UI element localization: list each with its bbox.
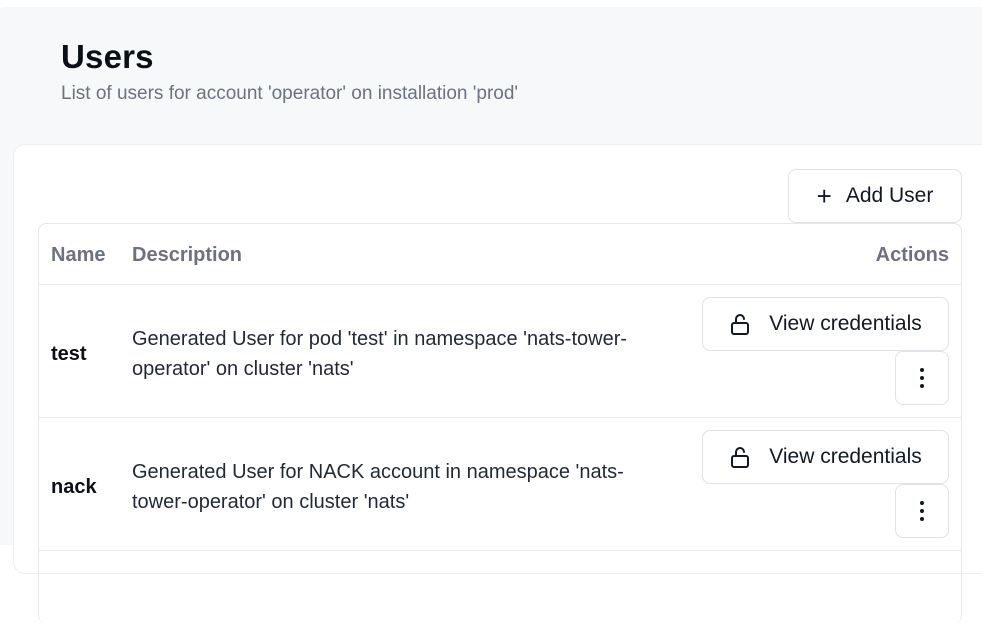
page-header: Users List of users for account 'operato… <box>61 39 518 105</box>
more-vertical-icon <box>919 367 925 389</box>
column-header-description: Description <box>132 244 243 266</box>
user-name: test <box>51 343 87 365</box>
page-title: Users <box>61 38 154 75</box>
view-credentials-button[interactable]: View credentials <box>702 430 949 484</box>
view-credentials-label: View credentials <box>769 312 922 335</box>
user-description: Generated User for NACK account in names… <box>132 461 624 513</box>
view-credentials-button[interactable]: View credentials <box>702 297 949 351</box>
row-actions-menu-button[interactable] <box>895 484 949 538</box>
user-name: nack <box>51 476 97 498</box>
lock-open-icon <box>729 445 751 469</box>
column-header-actions: Actions <box>875 244 949 266</box>
table-row: nack Generated User for NACK account in … <box>39 418 961 551</box>
users-table: Name Description Actions test Generated … <box>38 223 962 623</box>
users-card: + Add User Name Description Actions test… <box>13 144 982 623</box>
lock-open-icon <box>729 312 751 336</box>
table-row: test Generated User for pod 'test' in na… <box>39 285 961 418</box>
add-user-label: Add User <box>845 184 934 207</box>
table-header: Name Description Actions <box>39 224 961 285</box>
plus-icon: + <box>816 181 832 211</box>
page: Users List of users for account 'operato… <box>0 7 982 623</box>
row-actions-menu-button[interactable] <box>895 351 949 405</box>
page-subtitle: List of users for account 'operator' on … <box>61 83 519 104</box>
user-description: Generated User for pod 'test' in namespa… <box>132 328 628 380</box>
add-user-button[interactable]: + Add User <box>788 169 962 223</box>
more-vertical-icon <box>919 500 925 522</box>
view-credentials-label: View credentials <box>769 445 922 468</box>
column-header-name: Name <box>51 244 106 266</box>
